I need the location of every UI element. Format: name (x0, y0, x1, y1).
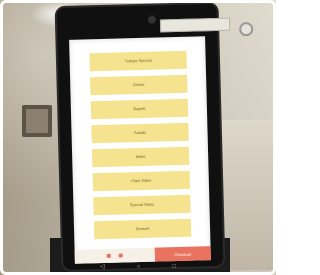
menu-item-bagels[interactable]: Bagels (90, 98, 189, 120)
home-icon[interactable] (106, 253, 111, 258)
device-sticker (159, 17, 231, 33)
menu-item-melts[interactable]: Melts (91, 146, 190, 168)
checkout-button[interactable]: Checkout (154, 246, 211, 262)
android-nav-bar: ◁ ○ □ (100, 264, 176, 270)
menu-item-dessert[interactable]: Dessert (93, 218, 192, 240)
menu-item-salads[interactable]: Salads (91, 122, 189, 144)
photo-background: Todays Special Drinks Bagels Salads Melt… (0, 0, 276, 275)
menu-item-special-sides[interactable]: Special Sides (93, 194, 191, 216)
camera-icon (147, 15, 157, 24)
back-icon[interactable]: ◁ (100, 264, 105, 270)
bottom-bar-left (74, 247, 155, 264)
cart-icon[interactable] (118, 253, 123, 258)
home-nav-icon[interactable]: ○ (137, 264, 141, 270)
recents-icon[interactable]: □ (172, 264, 176, 270)
side-counter-panel (222, 120, 276, 270)
menu-list: Todays Special Drinks Bagels Salads Melt… (89, 50, 192, 245)
checkout-label: Checkout (174, 251, 192, 257)
menu-item-plain-sides[interactable]: Plain Sides (92, 170, 191, 192)
menu-item-todays-special[interactable]: Todays Special (89, 50, 187, 72)
kiosk-screen: Todays Special Drinks Bagels Salads Melt… (69, 36, 211, 264)
menu-item-drinks[interactable]: Drinks (90, 74, 188, 96)
wall-bracket (22, 105, 52, 137)
